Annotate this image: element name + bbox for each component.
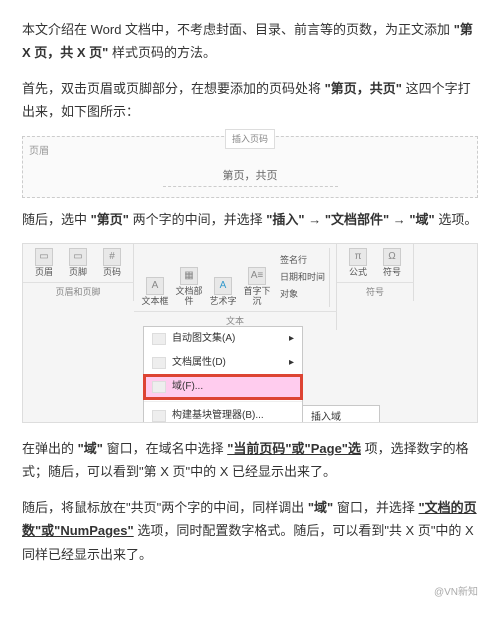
- quick-parts-menu: 自动图文集(A)▸ 文档属性(D)▸ 域(F)... 构建基块管理器(B)...…: [143, 326, 303, 423]
- footer-icon: ▭: [69, 248, 87, 266]
- header-tag: 页眉: [29, 143, 49, 161]
- emphasis-underline: "当前页码"或"Page"选: [227, 441, 361, 456]
- intro-para: 本文介绍在 Word 文档中，不考虑封面、目录、前言等的页数，为正文添加 "第 …: [22, 18, 478, 65]
- group-header-footer: ▭页眉 ▭页脚 #页码 页眉和页脚: [23, 244, 134, 330]
- emphasis: "插入": [266, 212, 304, 227]
- text: 样式页码的方法。: [112, 45, 216, 60]
- field-icon: [152, 381, 166, 393]
- menu-doc-properties[interactable]: 文档属性(D)▸: [144, 351, 302, 375]
- figure-header-sample: 页眉 插入页码 第页，共页: [22, 136, 478, 198]
- docprop-icon: [152, 357, 166, 369]
- wordart-icon: A: [214, 277, 232, 295]
- text-side-buttons: 签名行 日期和时间 对象: [276, 248, 330, 307]
- emphasis: "域": [409, 212, 434, 227]
- footer-button[interactable]: ▭页脚: [63, 248, 93, 278]
- quick-parts-button[interactable]: ▦文档部件: [174, 267, 204, 307]
- menu-building-blocks[interactable]: 构建基块管理器(B)...: [144, 404, 302, 423]
- text: 本文介绍在 Word 文档中，不考虑封面、目录、前言等的页数，为正文添加: [22, 22, 450, 37]
- textbox-button[interactable]: A文本框: [140, 277, 170, 307]
- emphasis: "第页": [91, 212, 129, 227]
- wordart-button[interactable]: A艺术字: [208, 277, 238, 307]
- insert-pagecode-tab: 插入页码: [225, 129, 275, 149]
- dropcap-button[interactable]: A≡首字下沉: [242, 267, 272, 307]
- header-sample-text: 第页，共页: [163, 167, 338, 188]
- pi-icon: π: [349, 248, 367, 266]
- symbol-button[interactable]: Ω符号: [377, 248, 407, 278]
- omega-icon: Ω: [383, 248, 401, 266]
- header-area: 页眉 插入页码 第页，共页: [22, 136, 478, 198]
- group-text: A文本框 ▦文档部件 A艺术字 A≡首字下沉 签名行 日期和时间 对象 文本: [134, 244, 337, 330]
- menu-separator: [144, 401, 302, 402]
- group-label: 符号: [337, 282, 414, 301]
- text: 窗口，在域名中选择: [107, 441, 224, 456]
- emphasis: "域": [78, 441, 103, 456]
- arrow: →: [393, 212, 406, 227]
- step1-para: 首先，双击页眉或页脚部分，在想要添加的页码处将 "第页，共页" 这四个字打出来，…: [22, 77, 478, 124]
- menu-field[interactable]: 域(F)...: [144, 375, 302, 399]
- header-button[interactable]: ▭页眉: [29, 248, 59, 278]
- object-button[interactable]: 对象: [280, 286, 325, 302]
- chevron-right-icon: ▸: [289, 354, 294, 372]
- tooltip-row: 插入域: [303, 406, 379, 423]
- ghost-text: 推动作: [29, 350, 65, 372]
- ghost-text: 大尺度空间范围: [387, 374, 471, 396]
- emphasis: "文档部件": [325, 212, 389, 227]
- arrow: →: [308, 212, 321, 227]
- parts-icon: ▦: [180, 267, 198, 285]
- blocks-icon: [152, 410, 166, 422]
- step4-para: 随后，将鼠标放在"共页"两个字的中间，同样调出 "域" 窗口，并选择 "文档的页…: [22, 496, 478, 566]
- header-icon: ▭: [35, 248, 53, 266]
- word-ribbon-screenshot: 当、夏 相天研充其有益 生态环 或研究由定性到 推动作 大尺度空间范围 入，高精…: [22, 243, 478, 423]
- datetime-button[interactable]: 日期和时间: [280, 269, 325, 285]
- autotext-icon: [152, 333, 166, 345]
- step3-para: 在弹出的 "域" 窗口，在域名中选择 "当前页码"或"Page"选 项，选择数字…: [22, 437, 478, 484]
- ribbon-groups: ▭页眉 ▭页脚 #页码 页眉和页脚 A文本框 ▦文档部件 A艺术字 A≡首字下沉…: [23, 244, 477, 330]
- source-watermark: @VN新知: [22, 578, 478, 602]
- chevron-right-icon: ▸: [289, 330, 294, 348]
- signature-button[interactable]: 签名行: [280, 252, 325, 268]
- dropcap-icon: A≡: [248, 267, 266, 285]
- hash-icon: #: [103, 248, 121, 266]
- page-number-button[interactable]: #页码: [97, 248, 127, 278]
- menu-autotext[interactable]: 自动图文集(A)▸: [144, 327, 302, 351]
- equation-button[interactable]: π公式: [343, 248, 373, 278]
- text: 随后，将鼠标放在"共页"两个字的中间，同样调出: [22, 500, 304, 515]
- step2-para: 随后，选中 "第页" 两个字的中间，并选择 "插入" → "文档部件" → "域…: [22, 208, 478, 231]
- textbox-icon: A: [146, 277, 164, 295]
- text: 随后，选中: [22, 212, 87, 227]
- text: 首先，双击页眉或页脚部分，在想要添加的页码处将: [22, 81, 321, 96]
- emphasis: "第页，共页": [325, 81, 402, 96]
- text: 窗口，并选择: [337, 500, 415, 515]
- group-label: 页眉和页脚: [23, 282, 134, 301]
- text: 两个字的中间，并选择: [133, 212, 263, 227]
- text: 选项。: [438, 212, 477, 227]
- text: 在弹出的: [22, 441, 74, 456]
- field-tooltip: 插入域 插入域: [302, 405, 380, 423]
- emphasis: "域": [308, 500, 333, 515]
- group-symbols: π公式 Ω符号 符号: [337, 244, 414, 330]
